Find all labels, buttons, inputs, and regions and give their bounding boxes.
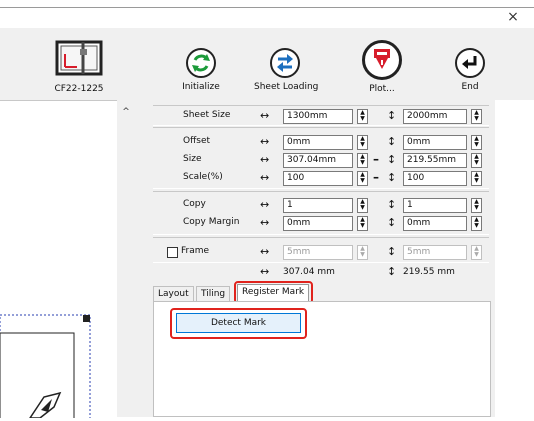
plot-label: Plot...	[369, 84, 395, 94]
scale-x-field[interactable]: 100	[283, 171, 353, 186]
vertical-arrow-icon: ↕	[387, 171, 397, 184]
tab-layout[interactable]: Layout	[153, 286, 194, 301]
copy-label: Copy	[183, 199, 206, 209]
copy-margin-x-field[interactable]: 0mm	[283, 216, 353, 231]
settings-panel: Sheet Size ↔ 1300mm ▲ ▼ ↕ 2000mm ▲ ▼ Offse…	[149, 100, 495, 417]
copy-x-spinner[interactable]: ▲ ▼	[357, 198, 368, 213]
title-bar-divider	[0, 7, 534, 8]
return-arrow-icon	[462, 56, 477, 69]
sheet-width-field[interactable]: 1300mm	[283, 109, 353, 124]
copy-margin-label: Copy Margin	[183, 217, 240, 227]
vertical-arrow-icon: ↕	[387, 135, 397, 148]
offset-x-spinner[interactable]: ▲ ▼	[357, 135, 368, 150]
sheet-height-spinner[interactable]: ▲ ▼	[471, 109, 482, 124]
offset-label: Offset	[183, 136, 211, 146]
scale-y-spinner[interactable]: ▲ ▼	[471, 171, 482, 186]
copy-margin-y-spinner[interactable]: ▲ ▼	[471, 216, 482, 231]
frame-row: Frame ↔ 5mm ▲ ▼ ↕ 5mm ▲ ▼	[153, 243, 489, 261]
sheet-loading-label: Sheet Loading	[254, 82, 319, 92]
horizontal-arrow-icon: ↔	[260, 109, 270, 122]
aspect-link-icon: –	[373, 152, 379, 166]
close-icon[interactable]: ×	[506, 10, 520, 24]
toolbar: CF22-1225 Initialize Sheet Loading Plot.…	[0, 28, 534, 100]
scale-y-field[interactable]: 100	[403, 171, 467, 186]
aspect-link-icon: –	[373, 170, 379, 184]
horizontal-arrow-icon: ↔	[260, 198, 270, 211]
sheet-size-group: Sheet Size ↔ 1300mm ▲ ▼ ↕ 2000mm ▲ ▼	[153, 105, 489, 126]
copy-x-field[interactable]: 1	[283, 198, 353, 213]
copy-group: Copy ↔ 1 ▲ ▼ ↕ 1 ▲ ▼ Copy Margin ↔ 0mm ▲ ▼ …	[153, 191, 489, 235]
total-width-value: 307.04 mm	[283, 267, 335, 277]
horizontal-arrow-icon: ↔	[260, 171, 270, 184]
copy-margin-row: Copy Margin ↔ 0mm ▲ ▼ ↕ 0mm ▲ ▼	[153, 214, 489, 232]
scroll-up-icon[interactable]: ^	[119, 107, 133, 119]
scale-label: Scale(%)	[183, 172, 223, 182]
frame-group: Frame ↔ 5mm ▲ ▼ ↕ 5mm ▲ ▼	[153, 237, 489, 263]
frame-x-spinner: ▲ ▼	[357, 245, 368, 260]
detect-mark-highlight	[170, 308, 307, 339]
frame-label: Frame	[181, 246, 210, 256]
right-margin	[495, 100, 534, 417]
refresh-icon	[192, 54, 210, 72]
totals-row: ↔ 307.04 mm ↕ 219.55 mm	[153, 263, 489, 281]
horizontal-arrow-icon: ↔	[260, 245, 270, 258]
copy-row: Copy ↔ 1 ▲ ▼ ↕ 1 ▲ ▼	[153, 196, 489, 214]
preview-canvas[interactable]	[0, 100, 117, 421]
frame-x-field: 5mm	[283, 245, 353, 260]
vertical-arrow-icon: ↕	[387, 245, 397, 258]
offset-size-scale-group: Offset ↔ 0mm ▲ ▼ ↕ 0mm ▲ ▼ Size ↔ 307.04mm…	[153, 127, 489, 189]
vertical-arrow-icon: ↕	[387, 216, 397, 229]
vertical-arrow-icon: ↕	[387, 153, 397, 166]
size-y-field[interactable]: 219.55mm	[403, 153, 467, 168]
plot-pen-icon	[374, 49, 390, 69]
frame-y-spinner: ▲ ▼	[471, 245, 482, 260]
sheet-size-label: Sheet Size	[183, 110, 231, 120]
copy-y-field[interactable]: 1	[403, 198, 467, 213]
size-label: Size	[183, 154, 202, 164]
copy-margin-y-field[interactable]: 0mm	[403, 216, 467, 231]
vertical-arrow-icon: ↕	[387, 265, 397, 278]
end-label: End	[461, 82, 479, 92]
sheet-loading-button[interactable]: Sheet Loading	[254, 48, 319, 92]
vertical-arrow-icon: ↕	[387, 198, 397, 211]
offset-y-field[interactable]: 0mm	[403, 135, 467, 150]
canvas-scrollbar[interactable]	[117, 100, 149, 417]
initialize-label: Initialize	[182, 82, 220, 92]
size-y-spinner[interactable]: ▲ ▼	[471, 153, 482, 168]
sheet-width-spinner[interactable]: ▲ ▼	[357, 109, 368, 124]
offset-row: Offset ↔ 0mm ▲ ▼ ↕ 0mm ▲ ▼	[153, 133, 489, 151]
scale-row: Scale(%) ↔ 100 ▲ ▼ – ↕ 100 ▲ ▼	[153, 169, 489, 187]
device-cutter-icon[interactable]	[55, 40, 103, 76]
swap-arrows-icon	[277, 54, 293, 72]
offset-y-spinner[interactable]: ▲ ▼	[471, 135, 482, 150]
sheet-height-field[interactable]: 2000mm	[403, 109, 467, 124]
scale-x-spinner[interactable]: ▲ ▼	[357, 171, 368, 186]
copy-margin-x-spinner[interactable]: ▲ ▼	[357, 216, 368, 231]
size-row: Size ↔ 307.04mm ▲ ▼ – ↕ 219.55mm ▲ ▼	[153, 151, 489, 169]
copy-y-spinner[interactable]: ▲ ▼	[471, 198, 482, 213]
horizontal-arrow-icon: ↔	[260, 265, 270, 278]
device-name-label: CF22-1225	[54, 84, 104, 94]
frame-checkbox[interactable]	[167, 247, 178, 258]
size-x-spinner[interactable]: ▲ ▼	[357, 153, 368, 168]
sheet-size-row: Sheet Size ↔ 1300mm ▲ ▼ ↕ 2000mm ▲ ▼	[153, 107, 489, 125]
vertical-arrow-icon: ↕	[387, 109, 397, 122]
frame-y-field: 5mm	[403, 245, 467, 260]
initialize-button[interactable]: Initialize	[181, 48, 221, 92]
total-height-value: 219.55 mm	[403, 267, 455, 277]
horizontal-arrow-icon: ↔	[260, 153, 270, 166]
horizontal-arrow-icon: ↔	[260, 135, 270, 148]
end-button[interactable]: End	[453, 48, 487, 92]
tab-tiling[interactable]: Tiling	[196, 286, 231, 301]
size-x-field[interactable]: 307.04mm	[283, 153, 353, 168]
plot-button[interactable]: Plot...	[357, 40, 407, 94]
offset-x-field[interactable]: 0mm	[283, 135, 353, 150]
horizontal-arrow-icon: ↔	[260, 216, 270, 229]
